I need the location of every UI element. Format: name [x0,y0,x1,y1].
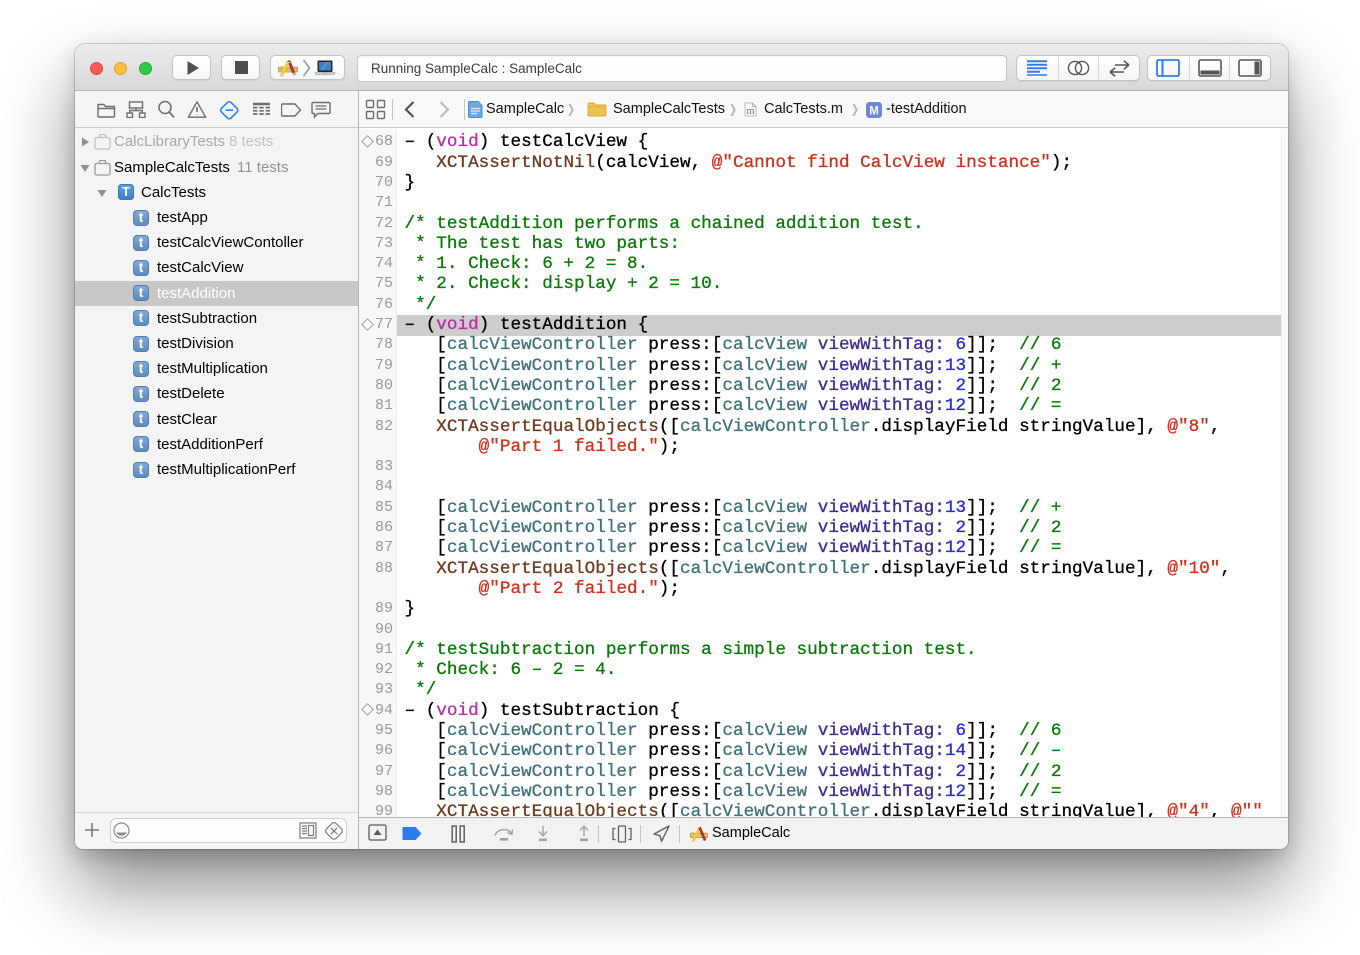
svg-text:M: M [869,106,879,118]
svg-text:m: m [746,106,754,117]
